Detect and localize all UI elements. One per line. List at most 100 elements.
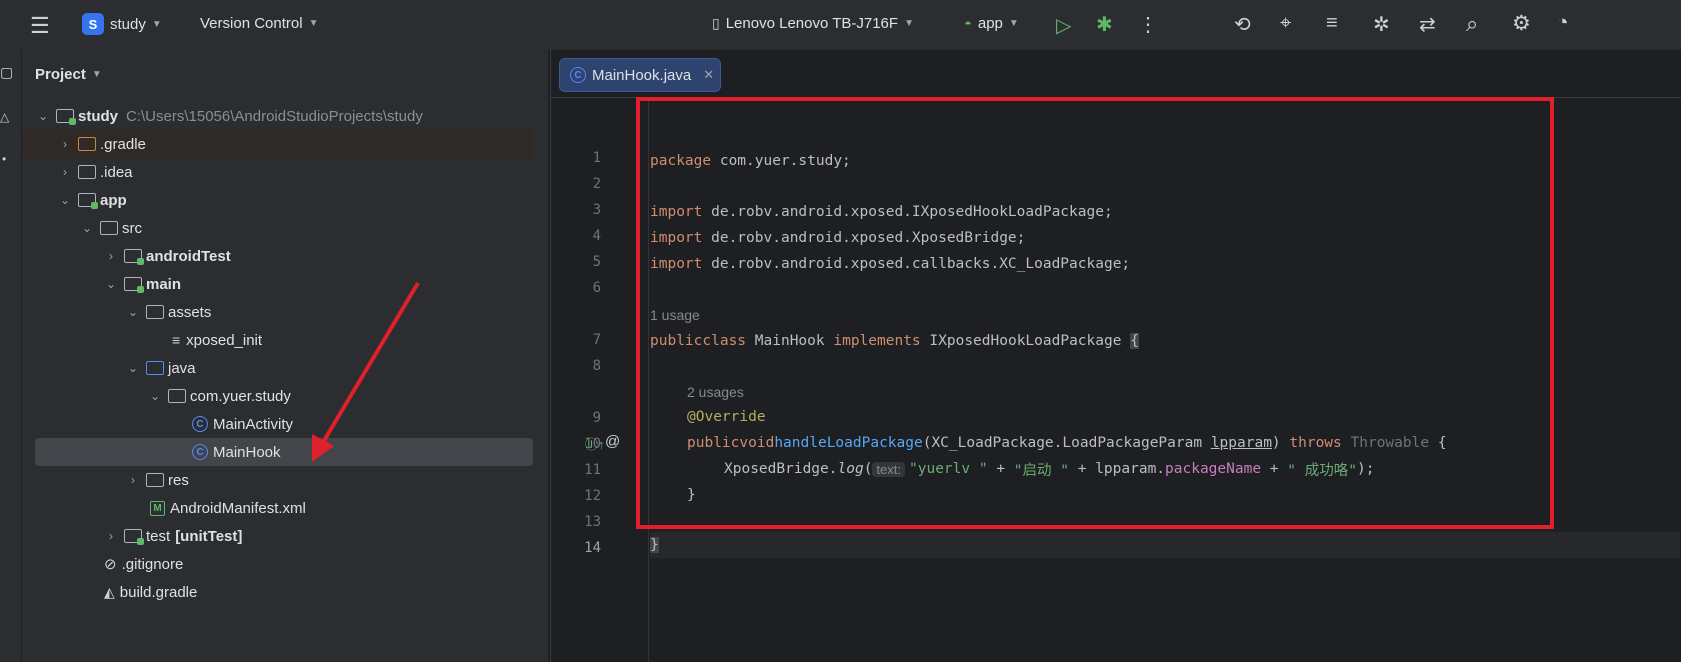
tree-label: main — [146, 275, 182, 293]
tree-label: com.yuer.study — [190, 387, 291, 405]
folder-icon — [100, 221, 118, 235]
tree-item-androidtest[interactable]: › androidTest — [104, 242, 231, 270]
code-line-14: } — [650, 537, 659, 553]
project-badge: S — [82, 13, 104, 35]
current-line-highlight — [650, 532, 1680, 558]
manifest-icon: M — [150, 500, 165, 516]
code-line-10: public void handleLoadPackage (XC_LoadPac… — [687, 435, 1447, 451]
tree-item-mainactivity[interactable]: C MainActivity — [186, 410, 293, 438]
chevron-right-icon[interactable]: › — [58, 137, 72, 151]
run-config-name: app — [977, 15, 1003, 32]
tree-label: xposed_init — [186, 331, 263, 349]
device-selector[interactable]: ▯ Lenovo Lenovo TB-J716F ▼ — [712, 15, 914, 32]
tree-label: MainActivity — [213, 415, 294, 433]
tree-item-xposed-init[interactable]: ≡ xposed_init — [166, 326, 262, 354]
tree-label: res — [168, 471, 189, 489]
code-area[interactable]: package com.yuer.study; import de.robv.a… — [650, 98, 1680, 662]
tree-item-build-gradle[interactable]: ◭ build.gradle — [98, 578, 197, 606]
close-icon[interactable]: ✕ — [703, 67, 714, 83]
code-line-9: @Override — [687, 409, 766, 425]
tree-label: src — [122, 219, 142, 237]
project-name: study — [110, 15, 146, 33]
tree-label: MainHook — [213, 443, 281, 461]
tree-label: .gradle — [100, 135, 146, 153]
tree-label: app — [100, 191, 127, 209]
logcat-icon[interactable]: ≡ — [1326, 12, 1338, 35]
override-gutter-icon[interactable]: @ — [605, 433, 620, 450]
chevron-down-icon[interactable]: ⌄ — [36, 109, 50, 123]
tree-item-app[interactable]: ⌄ app — [58, 186, 127, 214]
tree-label: AndroidManifest.xml — [170, 499, 306, 517]
tree-label: study — [78, 107, 119, 125]
translate-icon[interactable]: ⌖ — [1280, 12, 1291, 35]
tree-item-manifest[interactable]: M AndroidManifest.xml — [144, 494, 306, 522]
chevron-down-icon[interactable]: ⌄ — [104, 277, 118, 291]
phone-icon: ▯ — [712, 15, 720, 31]
tree-item-java[interactable]: ⌄ java — [126, 354, 196, 382]
editor-tabbar: C MainHook.java ✕ — [551, 50, 1681, 98]
package-icon — [168, 389, 186, 403]
tree-item-res[interactable]: › res — [126, 466, 189, 494]
tree-item-gitignore[interactable]: ⊘ .gitignore — [98, 550, 183, 578]
line-number: 2 — [592, 176, 601, 192]
tree-item-idea[interactable]: › .idea — [58, 158, 133, 186]
module-folder-icon — [124, 277, 144, 293]
tree-item-study[interactable]: ⌄ study C:\Users\15056\AndroidStudioProj… — [36, 102, 536, 130]
avatar-icon[interactable]: ◔ — [1556, 11, 1569, 35]
chevron-down-icon[interactable]: ⌄ — [126, 305, 140, 319]
tree-item-src[interactable]: ⌄ src — [80, 214, 142, 242]
tree-item-test[interactable]: › test [unitTest] — [104, 522, 242, 550]
line-gutter: 1 2 3 4 5 6 7 8 9 10 11 12 13 14 Ⓘ↑ @ — [551, 98, 649, 662]
run-icon[interactable]: ▷ — [1056, 13, 1071, 38]
chevron-down-icon: ▼ — [1008, 18, 1019, 29]
implements-gutter-icon[interactable]: Ⓘ↑ — [585, 434, 605, 453]
chevron-right-icon[interactable]: › — [104, 249, 118, 263]
tree-label: .idea — [100, 163, 133, 181]
chevron-right-icon[interactable]: › — [104, 529, 118, 543]
chevron-right-icon[interactable]: › — [126, 473, 140, 487]
vcs-menu[interactable]: Version Control ▼ — [200, 15, 318, 32]
project-selector[interactable]: S study ▼ — [82, 13, 162, 35]
settings-gear-icon[interactable]: ⚙ — [1512, 11, 1531, 36]
search-icon[interactable]: ⌕ — [1466, 11, 1478, 37]
apply-changes-icon[interactable]: ⟲ — [1234, 12, 1251, 37]
module-folder-icon — [124, 249, 144, 265]
more-actions-icon[interactable]: ⋮ — [1138, 12, 1158, 37]
project-tool-icon[interactable]: ▢ — [0, 64, 13, 81]
module-folder-icon — [78, 193, 98, 209]
chevron-down-icon[interactable]: ⌄ — [58, 193, 72, 207]
project-view-selector[interactable]: Project ▼ — [22, 50, 548, 98]
chevron-right-icon[interactable]: › — [58, 165, 72, 179]
line-number: 3 — [592, 202, 601, 218]
chevron-down-icon[interactable]: ⌄ — [148, 389, 162, 403]
folder-icon — [78, 137, 96, 151]
line-number: 11 — [584, 462, 601, 478]
usage-hint[interactable]: 1 usage — [650, 302, 700, 328]
android-icon: ◓ — [964, 16, 972, 31]
debug-icon[interactable]: ✱ — [1096, 12, 1113, 37]
tree-item-main[interactable]: ⌄ main — [104, 270, 181, 298]
hamburger-menu-icon[interactable]: ☰ — [30, 13, 50, 39]
tree-item-gradle[interactable]: › .gradle — [22, 130, 532, 158]
more-tools-icon[interactable]: • — [2, 152, 6, 166]
code-line-12: } — [687, 487, 696, 503]
chevron-down-icon[interactable]: ⌄ — [126, 361, 140, 375]
class-icon: C — [192, 444, 208, 460]
usage-hint[interactable]: 2 usages — [687, 379, 744, 405]
run-config-selector[interactable]: ◓ app ▼ — [964, 15, 1019, 32]
tree-item-assets[interactable]: ⌄ assets — [126, 298, 211, 326]
sync-icon[interactable]: ⇄ — [1419, 12, 1436, 37]
tab-label: MainHook.java — [592, 66, 692, 84]
tree-suffix: [unitTest] — [175, 527, 243, 545]
line-number: 8 — [592, 358, 601, 374]
editor-area: C MainHook.java ✕ 1 2 3 4 5 6 7 8 9 10 1… — [550, 50, 1681, 662]
chevron-down-icon[interactable]: ⌄ — [80, 221, 94, 235]
bug-icon[interactable]: ✲ — [1373, 12, 1390, 37]
tab-mainhook-java[interactable]: C MainHook.java ✕ — [559, 58, 721, 92]
tree-item-package[interactable]: ⌄ com.yuer.study — [148, 382, 291, 410]
parameter-hint: text: — [872, 461, 906, 477]
structure-tool-icon[interactable]: △ — [0, 110, 9, 124]
gradle-icon: ◭ — [104, 583, 115, 600]
tree-item-mainhook[interactable]: C MainHook — [35, 438, 533, 466]
module-folder-icon — [56, 109, 76, 125]
